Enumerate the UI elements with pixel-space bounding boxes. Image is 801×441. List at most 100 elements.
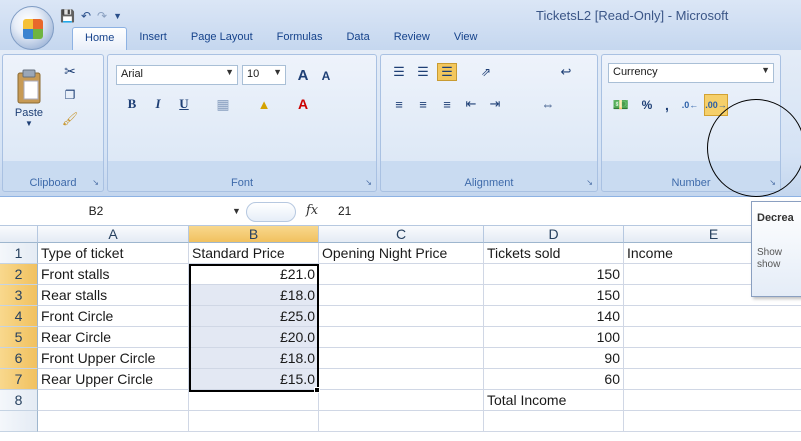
insert-function-button[interactable]: fx [306, 203, 318, 218]
comma-button[interactable]: , [660, 95, 674, 115]
redo-icon[interactable]: ↷ [97, 9, 107, 23]
column-header-a[interactable]: A [38, 226, 189, 243]
format-painter-icon[interactable]: 🖌 [59, 109, 81, 129]
cell-a1[interactable]: Type of ticket [38, 243, 189, 264]
align-middle-icon[interactable]: ☰ [413, 63, 433, 81]
column-header-b[interactable]: B [189, 226, 319, 243]
cell-c7[interactable] [319, 369, 484, 390]
cell-a7[interactable]: Rear Upper Circle [38, 369, 189, 390]
cell-empty[interactable] [624, 411, 801, 432]
cell-c4[interactable] [319, 306, 484, 327]
save-icon[interactable]: 💾 [60, 9, 75, 23]
alignment-launcher-icon[interactable]: ↘ [586, 178, 593, 187]
formula-bar-resize-handle[interactable] [246, 202, 296, 222]
merge-center-icon[interactable]: ⇔ [531, 95, 565, 113]
cell-b1[interactable]: Standard Price [189, 243, 319, 264]
row-header[interactable]: 1 [0, 243, 38, 264]
wrap-text-icon[interactable]: ↩ [555, 63, 577, 81]
cell-empty[interactable] [484, 411, 624, 432]
decrease-indent-icon[interactable]: ⇤ [461, 95, 481, 113]
cell-d6[interactable]: 90 [484, 348, 624, 369]
copy-icon[interactable]: ❐ [59, 85, 81, 105]
number-format-select[interactable]: Currency ▼ [608, 63, 774, 83]
cell-empty[interactable] [38, 411, 189, 432]
font-size-select[interactable]: 10 ▼ [242, 65, 286, 85]
tab-data[interactable]: Data [334, 27, 381, 51]
cell-b7[interactable]: £15.0 [189, 369, 319, 390]
name-box[interactable]: B2 [0, 202, 192, 222]
align-left-icon[interactable]: ≡ [389, 95, 409, 113]
clipboard-launcher-icon[interactable]: ↘ [92, 178, 99, 187]
cell-d1[interactable]: Tickets sold [484, 243, 624, 264]
tab-page-layout[interactable]: Page Layout [179, 27, 265, 51]
row-header[interactable]: 7 [0, 369, 38, 390]
cell-e6[interactable] [624, 348, 801, 369]
tab-insert[interactable]: Insert [127, 27, 179, 51]
cell-d7[interactable]: 60 [484, 369, 624, 390]
cell-empty[interactable] [319, 411, 484, 432]
name-box-dropdown-icon[interactable]: ▼ [232, 206, 241, 216]
accounting-format-icon[interactable]: 💵 [608, 95, 634, 115]
formula-input[interactable]: 21 [338, 204, 351, 218]
cell-d5[interactable]: 100 [484, 327, 624, 348]
row-header[interactable]: 6 [0, 348, 38, 369]
orientation-icon[interactable]: ⇗ [471, 63, 501, 81]
cell-empty[interactable] [189, 411, 319, 432]
undo-icon[interactable]: ↶ [81, 9, 91, 23]
number-launcher-icon[interactable]: ↘ [769, 178, 776, 187]
align-top-icon[interactable]: ☰ [389, 63, 409, 81]
cell-b6[interactable]: £18.0 [189, 348, 319, 369]
fill-handle[interactable] [314, 387, 320, 393]
underline-button[interactable]: U [174, 93, 194, 115]
cell-e7[interactable] [624, 369, 801, 390]
cell-b5[interactable]: £20.0 [189, 327, 319, 348]
align-right-icon[interactable]: ≡ [437, 95, 457, 113]
cell-c5[interactable] [319, 327, 484, 348]
borders-icon[interactable]: ▦ [208, 93, 238, 115]
font-name-select[interactable]: Arial ▼ [116, 65, 238, 85]
grow-font-button[interactable]: A [292, 63, 314, 87]
align-center-icon[interactable]: ≡ [413, 95, 433, 113]
cell-a3[interactable]: Rear stalls [38, 285, 189, 306]
cell-e4[interactable] [624, 306, 801, 327]
column-header-c[interactable]: C [319, 226, 484, 243]
cell-c2[interactable] [319, 264, 484, 285]
tab-review[interactable]: Review [382, 27, 442, 51]
font-launcher-icon[interactable]: ↘ [365, 178, 372, 187]
cell-a4[interactable]: Front Circle [38, 306, 189, 327]
cell-b8[interactable] [189, 390, 319, 411]
tab-home[interactable]: Home [72, 27, 128, 51]
cell-a5[interactable]: Rear Circle [38, 327, 189, 348]
cell-d2[interactable]: 150 [484, 264, 624, 285]
font-color-button[interactable]: A [288, 93, 318, 115]
customize-qat-icon[interactable]: ▼ [113, 11, 122, 21]
fill-color-icon[interactable]: ▲ [248, 93, 280, 115]
cell-b2[interactable]: £21.0 [189, 264, 319, 285]
row-header[interactable]: 8 [0, 390, 38, 411]
italic-button[interactable]: I [148, 93, 168, 115]
cell-c1[interactable]: Opening Night Price [319, 243, 484, 264]
cell-a8[interactable] [38, 390, 189, 411]
cut-icon[interactable]: ✂ [59, 61, 81, 81]
row-header[interactable]: 4 [0, 306, 38, 327]
row-header[interactable]: 2 [0, 264, 38, 285]
decrease-decimal-icon[interactable]: .00→ [704, 94, 728, 116]
cell-c3[interactable] [319, 285, 484, 306]
row-header[interactable]: 5 [0, 327, 38, 348]
cell-b3[interactable]: £18.0 [189, 285, 319, 306]
tab-view[interactable]: View [442, 27, 490, 51]
shrink-font-button[interactable]: A [316, 65, 336, 87]
tab-formulas[interactable]: Formulas [265, 27, 335, 51]
increase-indent-icon[interactable]: ⇥ [485, 95, 505, 113]
percent-button[interactable]: % [638, 95, 656, 115]
row-header[interactable]: 3 [0, 285, 38, 306]
cell-c8[interactable] [319, 390, 484, 411]
office-button[interactable] [10, 6, 54, 50]
select-all-corner[interactable] [0, 226, 38, 243]
cell-b4[interactable]: £25.0 [189, 306, 319, 327]
cell-d8[interactable]: Total Income [484, 390, 624, 411]
cell-c6[interactable] [319, 348, 484, 369]
cell-d4[interactable]: 140 [484, 306, 624, 327]
increase-decimal-icon[interactable]: .0← [678, 95, 702, 115]
cell-a2[interactable]: Front stalls [38, 264, 189, 285]
